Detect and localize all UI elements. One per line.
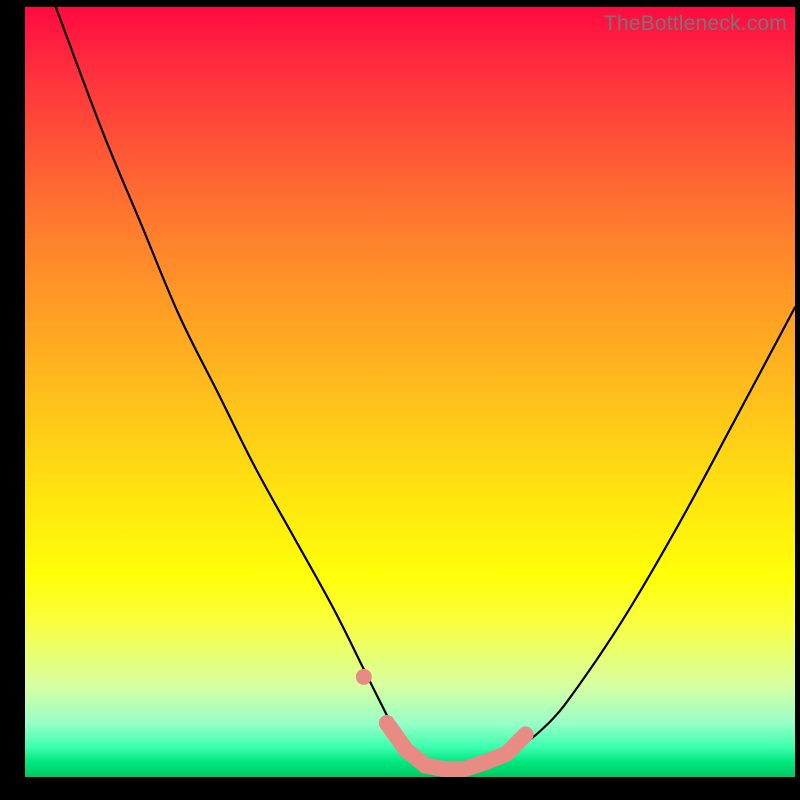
plot-area: TheBottleneck.com [25,7,795,777]
marker-dot [437,761,453,777]
marker-dot [417,758,433,774]
bottleneck-curve [56,7,795,770]
marker-dot [398,742,414,758]
chart-frame: TheBottleneck.com [0,0,800,800]
highlight-markers [356,669,534,777]
marker-dot [518,727,534,743]
marker-dot [356,669,372,685]
bottleneck-curve-svg [25,7,795,777]
marker-dot [498,746,514,762]
marker-dot [456,761,472,777]
marker-dot [379,715,395,731]
marker-dot [479,754,495,770]
